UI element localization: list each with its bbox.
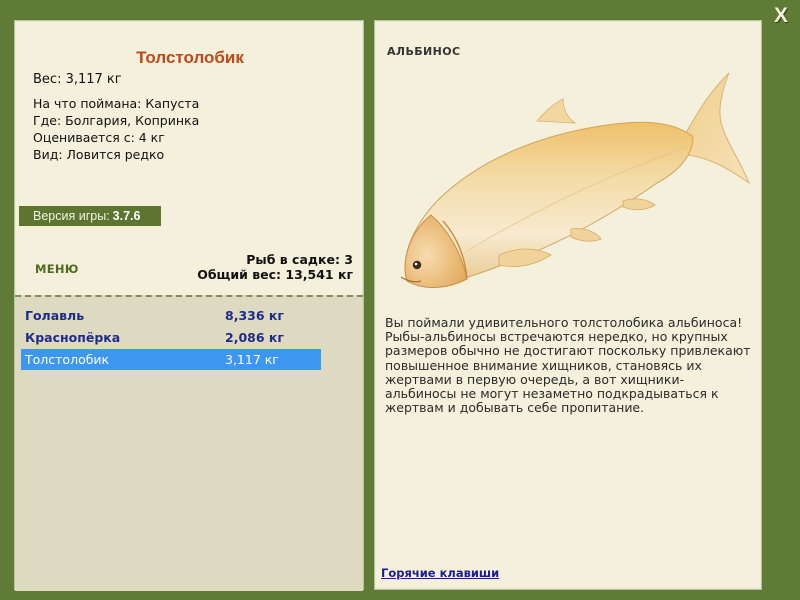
keepnet-count: Рыб в садке: 3 (246, 252, 353, 267)
close-button[interactable]: X (768, 4, 794, 28)
fish-image-panel: АЛЬБИНОС Вы поймали удивительного толсто… (374, 20, 762, 590)
version-label: Версия игры: (33, 209, 110, 223)
detail-rated-from: Оценивается с: 4 кг (33, 130, 165, 145)
fish-title: Толстолобик (136, 48, 244, 67)
caught-fish-list: Голавль 8,336 кг Краснопёрка 2,086 кг То… (15, 295, 363, 591)
fish-weight: Вес: 3,117 кг (33, 72, 122, 87)
fish-list-row[interactable]: Голавль 8,336 кг (21, 305, 321, 326)
fish-info-panel: Толстолобик Вес: 3,117 кг На что поймана… (14, 20, 364, 591)
game-version-bar: Версия игры: 3.7.6 (19, 206, 161, 226)
fish-list-name: Краснопёрка (25, 330, 121, 345)
fish-list-name: Толстолобик (25, 352, 110, 367)
fish-list-weight: 3,117 кг (225, 352, 279, 367)
menu-button[interactable]: МЕНЮ (35, 262, 79, 276)
detail-rarity: Вид: Ловится редко (33, 147, 165, 162)
fish-list-weight: 2,086 кг (225, 330, 284, 345)
keepnet-total-weight: Общий вес: 13,541 кг (197, 267, 353, 282)
hotkeys-link[interactable]: Горячие клавиши (381, 566, 499, 580)
albino-silver-carp-image (400, 72, 751, 289)
detail-location: Где: Болгария, Копринка (33, 113, 200, 128)
version-value: 3.7.6 (112, 209, 141, 223)
fish-details: На что поймана: Капуста Где: Болгария, К… (33, 95, 199, 163)
fish-list-name: Голавль (25, 308, 85, 323)
fish-description: Вы поймали удивительного толстолобика ал… (385, 315, 751, 416)
keepnet-summary: Рыб в садке: 3 Общий вес: 13,541 кг (197, 252, 353, 282)
fish-list-row[interactable]: Краснопёрка 2,086 кг (21, 327, 321, 348)
fish-list-row-selected[interactable]: Толстолобик 3,117 кг (21, 349, 321, 370)
fish-list-weight: 8,336 кг (225, 308, 284, 323)
detail-bait: На что поймана: Капуста (33, 96, 200, 111)
